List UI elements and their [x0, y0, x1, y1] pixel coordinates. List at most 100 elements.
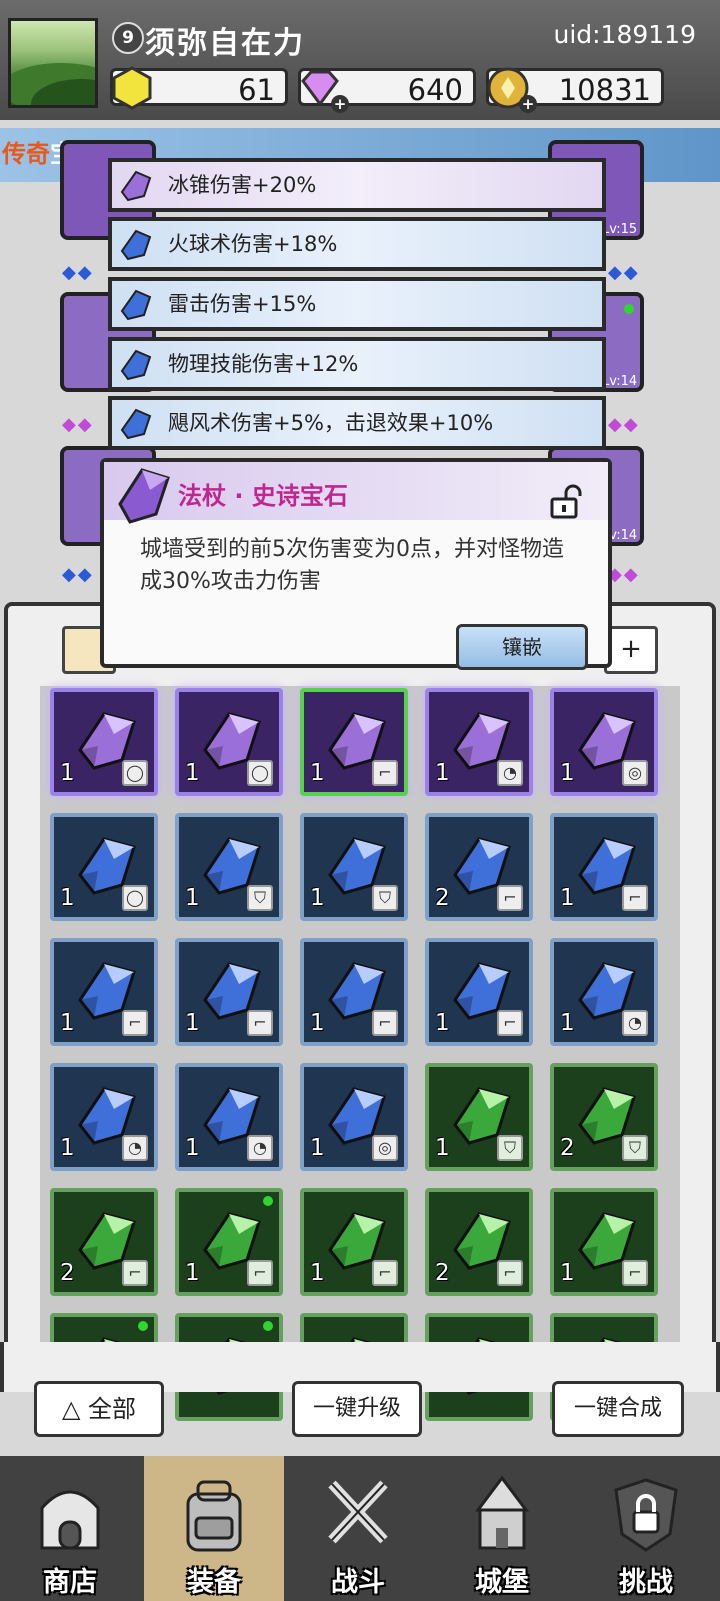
equipment-level: Lv:15	[602, 222, 638, 237]
dialog-title: 法杖 · 史诗宝石	[178, 482, 348, 510]
gem-tile[interactable]: 1 ⌐	[300, 1188, 408, 1296]
notification-dot	[138, 1321, 148, 1331]
equipment-level: Lv:14	[602, 374, 638, 389]
nav-label: 城堡	[475, 1567, 529, 1598]
gem-tile[interactable]: 2 ⌐	[425, 813, 533, 921]
stat-text: 火球术伤害+18%	[168, 232, 338, 256]
gem-tile[interactable]: 1 ◔	[425, 688, 533, 796]
gem-tile[interactable]: 1 ◯	[50, 813, 158, 921]
gem-tile[interactable]: 1 ⛉	[425, 1063, 533, 1171]
gem-count: 1	[310, 885, 325, 911]
socket-indicators: ◆◆	[62, 262, 94, 283]
nav-item-4[interactable]: 挑战	[576, 1456, 716, 1601]
staff-slot-icon: ⌐	[372, 1010, 398, 1036]
backpack-icon	[178, 1474, 250, 1554]
one-click-merge-button[interactable]: 一键合成	[552, 1381, 684, 1437]
gem-count: 1	[435, 760, 450, 786]
boots-slot-icon: ⌐	[372, 1260, 398, 1286]
gem-tile[interactable]: 1 ⛉	[175, 813, 283, 921]
gem-tile[interactable]: 1 ⌐	[175, 938, 283, 1046]
blue-gem-icon	[120, 229, 152, 261]
gem-tile[interactable]: 1 ◔	[175, 1063, 283, 1171]
gem-count: 1	[60, 885, 75, 911]
gem-tile[interactable]: 1 ⌐	[550, 813, 658, 921]
player-uid: uid:189119	[553, 20, 696, 49]
gem-tile[interactable]: 1 ⌐	[425, 938, 533, 1046]
gem-tile[interactable]: 1 ◯	[50, 688, 158, 796]
gem-tile[interactable]: 1 ⌐	[550, 1188, 658, 1296]
purple-gem-icon	[120, 170, 152, 202]
robe-slot-icon: ⛉	[247, 885, 273, 911]
staff-slot-icon: ⌐	[122, 1010, 148, 1036]
shop-icon	[34, 1474, 106, 1554]
boots-slot-icon: ⌐	[622, 885, 648, 911]
gold-counter: 61	[110, 66, 288, 110]
socket-indicators: ◆◆	[62, 414, 94, 435]
gem-tile[interactable]: 2 ⌐	[50, 1188, 158, 1296]
one-click-upgrade-button[interactable]: 一键升级	[292, 1381, 422, 1437]
gem-count: 1	[435, 1135, 450, 1161]
gem-count: 1	[60, 1135, 75, 1161]
socket-indicators: ◆◆	[608, 414, 640, 435]
gem-tile[interactable]: 1 ⛉	[300, 813, 408, 921]
add-coins-button[interactable]: +	[519, 95, 537, 113]
player-level-badge: 9	[112, 22, 144, 54]
gem-tile[interactable]: 1 ◯	[175, 688, 283, 796]
gem-count: 1	[60, 760, 75, 786]
gold-hexagon-icon	[112, 66, 152, 110]
socket-indicators: ◆◆	[62, 564, 94, 585]
embed-button[interactable]: 镶嵌	[456, 624, 588, 670]
unlock-icon[interactable]	[548, 484, 584, 520]
nav-label: 战斗	[331, 1567, 385, 1598]
nav-item-2[interactable]: 战斗	[288, 1456, 428, 1601]
gem-tile[interactable]: 2 ⌐	[425, 1188, 533, 1296]
nav-label: 装备	[187, 1567, 241, 1598]
staff-slot-icon: ⌐	[247, 1010, 273, 1036]
stat-text: 冰锥伤害+20%	[168, 173, 317, 197]
gem-tile[interactable]: 1 ⌐	[300, 688, 408, 796]
robe-slot-icon: ⛉	[622, 1135, 648, 1161]
nav-item-3[interactable]: 城堡	[432, 1456, 572, 1601]
challenge-locked-icon	[610, 1474, 682, 1554]
player-avatar[interactable]	[8, 18, 98, 108]
add-gems-button[interactable]: +	[331, 95, 349, 113]
hat-slot-icon: ◔	[122, 1135, 148, 1161]
gem-count: 1	[560, 760, 575, 786]
player-name: 须弥自在力	[145, 26, 305, 61]
gem-tile[interactable]: 1 ◎	[550, 688, 658, 796]
gem-tile[interactable]: 2 ⛉	[550, 1063, 658, 1171]
crossed-swords-icon	[322, 1474, 394, 1554]
gem-tile[interactable]: 1 ⌐	[175, 1188, 283, 1296]
blue-gem-icon	[120, 408, 152, 440]
robe-slot-icon: ⛉	[497, 1135, 523, 1161]
gem-count: 1	[310, 760, 325, 786]
necklace-slot-icon: ◎	[622, 760, 648, 786]
gem-tile[interactable]: 1 ◎	[300, 1063, 408, 1171]
nav-item-1[interactable]: 装备	[144, 1456, 284, 1601]
nav-item-0[interactable]: 商店	[0, 1456, 140, 1601]
gem-tile[interactable]: 1 ◔	[50, 1063, 158, 1171]
gem-tile[interactable]: 1 ⌐	[50, 938, 158, 1046]
gem-tile[interactable]: 1 ⌐	[300, 938, 408, 1046]
ring-slot-icon: ◯	[247, 760, 273, 786]
gem-tile[interactable]: 1 ◔	[550, 938, 658, 1046]
gem-count: 1	[310, 1135, 325, 1161]
gem-count: 1	[310, 1010, 325, 1036]
boots-slot-icon: ⌐	[497, 885, 523, 911]
sort-tab[interactable]: +	[604, 626, 658, 674]
hat-slot-icon: ◔	[497, 760, 523, 786]
socket-indicators: ◆◆	[608, 262, 640, 283]
gem-count: 1	[560, 1010, 575, 1036]
ring-slot-icon: ◯	[122, 760, 148, 786]
dialog-description: 城墙受到的前5次伤害变为0点，并对怪物造成30%攻击力伤害	[140, 537, 564, 594]
staff-slot-icon: ⌐	[497, 1010, 523, 1036]
stat-text: 雷击伤害+15%	[168, 292, 317, 316]
coin-amount: 10831	[558, 73, 651, 107]
blue-gem-icon	[120, 349, 152, 381]
filter-all-button[interactable]: △ 全部	[34, 1381, 164, 1437]
socket-indicators: ◆◆	[608, 564, 640, 585]
gem-count: 2	[560, 1135, 575, 1161]
boots-slot-icon: ⌐	[247, 1260, 273, 1286]
gem-count: 2	[435, 1260, 450, 1286]
gem-count: 2	[60, 1260, 75, 1286]
